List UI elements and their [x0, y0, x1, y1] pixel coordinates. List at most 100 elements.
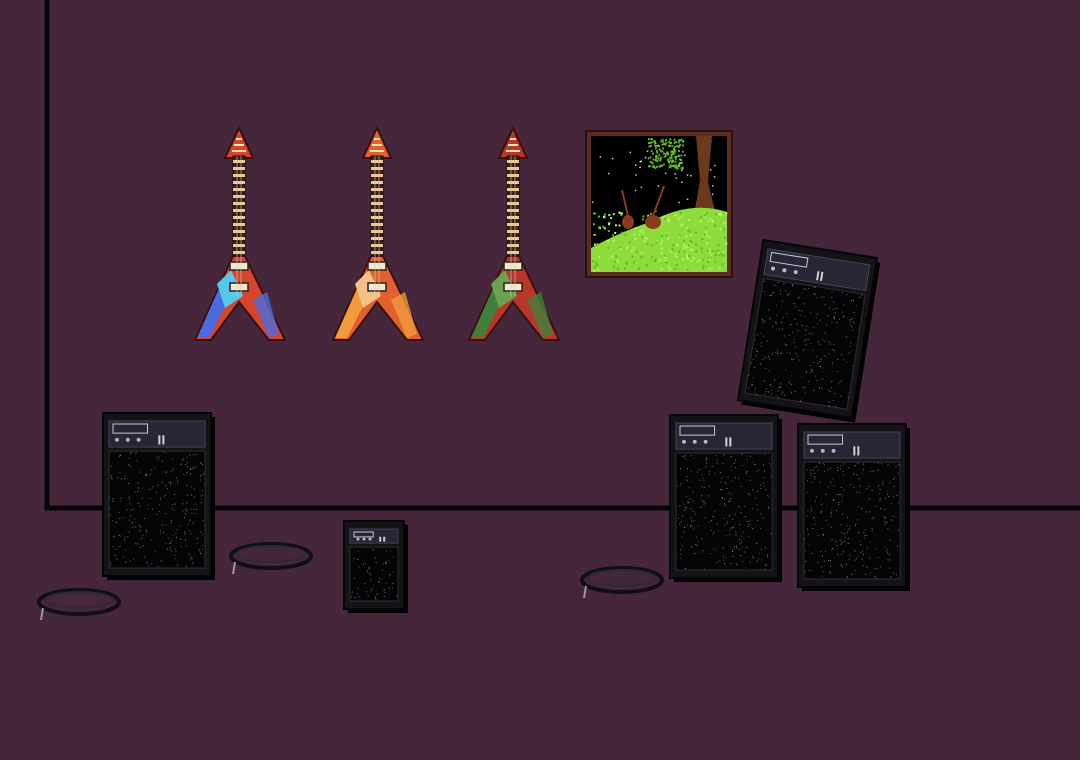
grille-speckle	[689, 498, 691, 500]
grass-texture	[717, 249, 720, 252]
grille-speckle	[158, 456, 160, 458]
grille-speckle	[384, 589, 386, 591]
grille-speckle	[893, 485, 895, 487]
grass-texture	[694, 231, 697, 234]
grille-speckle	[165, 543, 167, 545]
grille-speckle	[193, 488, 195, 490]
grille-speckle	[726, 520, 728, 522]
grille-speckle	[684, 458, 686, 460]
grille-speckle	[756, 393, 758, 395]
grille-speckle	[802, 349, 804, 351]
fret-marker	[371, 188, 383, 191]
grille-speckle	[140, 526, 142, 528]
grille-speckle	[837, 470, 839, 472]
grille-speckle	[193, 535, 195, 537]
grass-texture	[706, 250, 709, 253]
grille-speckle	[756, 471, 758, 473]
grass-texture	[714, 213, 717, 216]
grass-texture	[696, 260, 699, 263]
grille-speckle	[784, 335, 786, 337]
grille-speckle	[188, 553, 190, 555]
painted-guitar	[645, 215, 661, 229]
grille-speckle	[826, 519, 828, 521]
grille-speckle	[823, 370, 825, 372]
grass-texture	[667, 265, 670, 268]
grass-texture	[669, 250, 672, 253]
grille-speckle	[832, 548, 834, 550]
grille-speckle	[878, 485, 880, 487]
grille-speckle	[831, 509, 833, 511]
grille-speckle	[817, 562, 819, 564]
tree-leaves	[660, 140, 663, 143]
grass-texture	[719, 214, 722, 217]
grille-speckle	[180, 538, 182, 540]
grille-speckle	[742, 531, 744, 533]
grille-speckle	[797, 329, 799, 331]
grille-speckle	[764, 568, 766, 570]
grass-texture	[645, 264, 648, 267]
grass-texture	[711, 250, 714, 253]
grass-texture	[689, 248, 692, 251]
grille-speckle	[831, 297, 833, 299]
grille-speckle	[728, 492, 730, 494]
tree-leaves	[681, 150, 684, 153]
tree-leaves	[648, 165, 651, 168]
star	[684, 154, 686, 157]
grille-speckle	[200, 553, 202, 555]
grille-speckle	[887, 552, 889, 554]
grille-speckle	[814, 478, 816, 480]
tree-leaves	[671, 145, 674, 148]
grass-texture	[722, 254, 725, 257]
grille-speckle	[735, 531, 737, 533]
grille-speckle	[137, 491, 139, 493]
grille-speckle	[843, 315, 845, 317]
grille-speckle	[806, 325, 808, 327]
grille-speckle	[891, 503, 893, 505]
grille-speckle	[829, 467, 831, 469]
tree-leaves	[671, 164, 674, 167]
tree-leaves	[648, 145, 651, 148]
fret-marker	[371, 209, 383, 212]
grille-speckle	[805, 560, 807, 562]
star	[712, 185, 714, 187]
grass-texture	[616, 260, 619, 263]
grille-speckle	[809, 364, 811, 366]
grille-speckle	[818, 387, 821, 389]
grille-speckle	[353, 558, 355, 560]
grille-speckle	[869, 541, 871, 543]
grille-speckle	[763, 393, 765, 395]
amp-knob	[831, 448, 836, 453]
grille-speckle	[198, 549, 200, 551]
grille-speckle	[849, 526, 851, 528]
grille-speckle	[870, 471, 872, 473]
fret-marker	[371, 230, 383, 233]
grille-speckle	[136, 460, 138, 462]
grille-speckle	[137, 543, 139, 545]
star	[607, 172, 610, 175]
amp-switch	[857, 446, 860, 456]
grille-speckle	[847, 529, 849, 531]
grille-speckle	[679, 485, 681, 487]
grille-speckle	[149, 473, 151, 475]
grass-texture	[663, 256, 666, 259]
night-painting	[585, 130, 733, 278]
grille-speckle	[740, 485, 742, 487]
grille-speckle	[805, 334, 807, 336]
grille-speckle	[895, 516, 897, 518]
grille-speckle	[781, 328, 784, 330]
grille-speckle	[129, 560, 131, 562]
amp-right-bottom-left	[669, 414, 782, 582]
grille-speckle	[810, 312, 812, 314]
amp-knob	[368, 537, 372, 541]
amp-control-panel	[349, 528, 399, 544]
grass-texture	[703, 233, 706, 236]
grille-speckle	[754, 388, 756, 390]
grass-texture	[611, 234, 614, 237]
grille-speckle	[896, 494, 898, 496]
grille-speckle	[142, 545, 144, 547]
grille-speckle	[789, 352, 791, 354]
grass-texture	[719, 212, 722, 215]
grille-speckle	[165, 524, 167, 526]
star	[713, 176, 716, 178]
amp-knob	[136, 437, 141, 442]
